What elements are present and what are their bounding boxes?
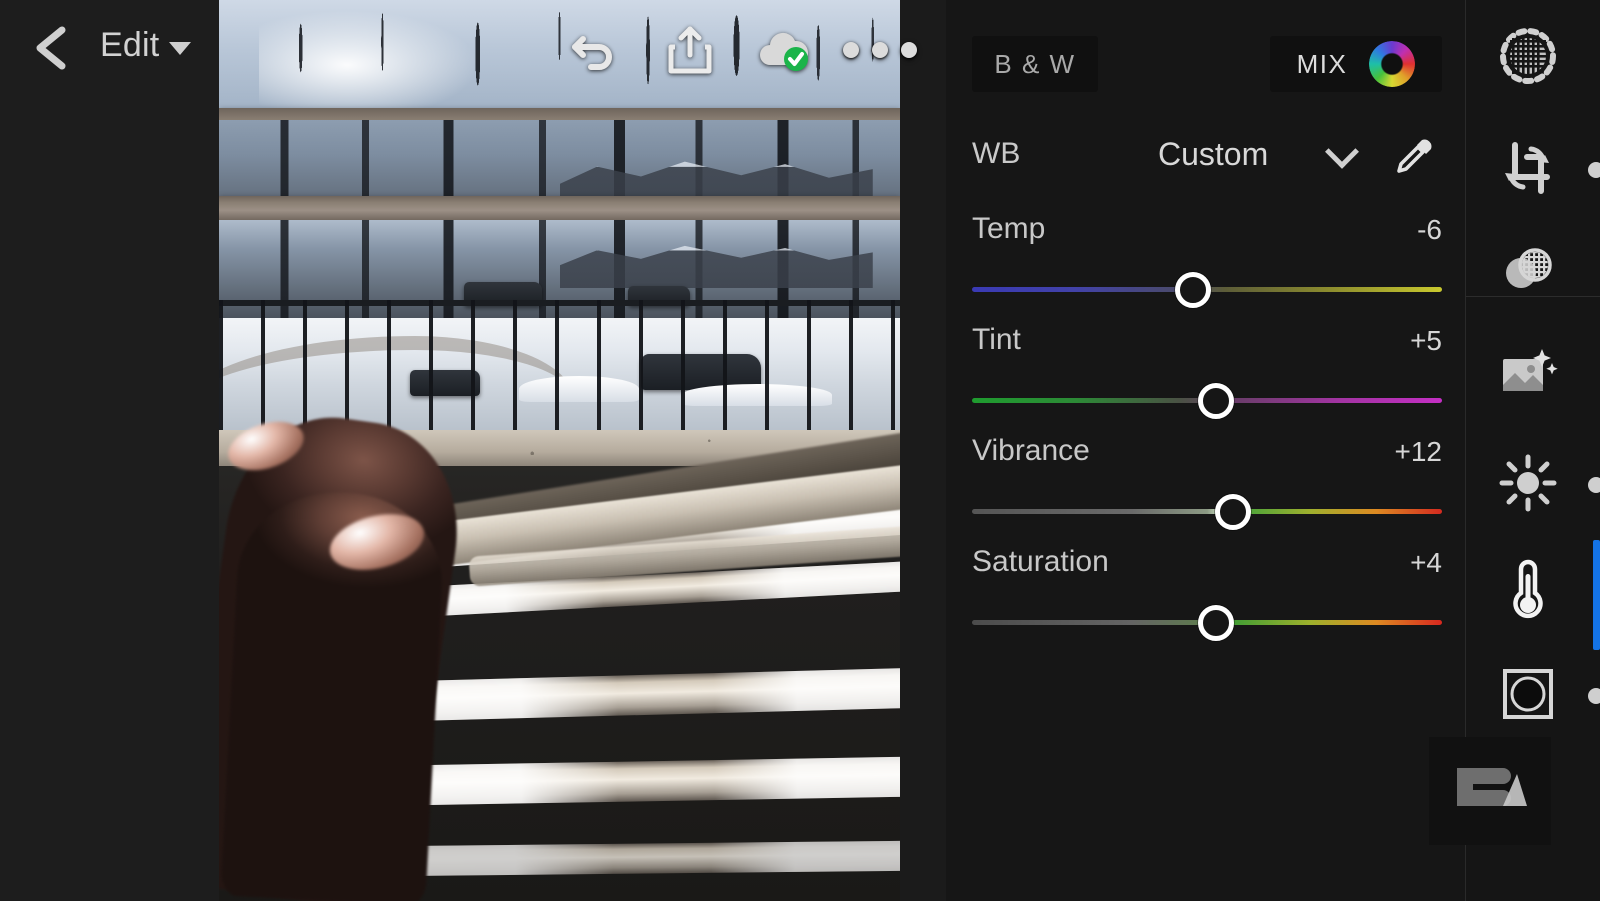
color-sliders: Temp -6 Tint +5 Vibrance +12 Saturation … <box>972 212 1442 656</box>
undo-arrow-icon[interactable] <box>565 22 621 78</box>
healing-circles-icon <box>1506 248 1552 288</box>
eyedropper-icon[interactable] <box>1392 134 1436 178</box>
slider-saturation: Saturation +4 <box>972 545 1442 656</box>
selective-masking-tool[interactable] <box>1480 8 1576 104</box>
slider-value: -6 <box>1417 214 1442 245</box>
wb-value: Custom <box>1158 135 1269 172</box>
mix-button[interactable]: MIX <box>1270 36 1442 92</box>
image-sparkle-icon <box>1503 349 1558 391</box>
crop-tool[interactable] <box>1480 120 1600 216</box>
cloud-check-icon[interactable] <box>756 22 812 78</box>
iron-railing <box>219 300 900 430</box>
bw-toggle-button[interactable]: B & W <box>972 36 1098 92</box>
slider-temp: Temp -6 <box>972 212 1442 323</box>
active-tool-indicator <box>1593 540 1600 650</box>
edited-photo <box>219 0 900 901</box>
slider-vibrance: Vibrance +12 <box>972 434 1442 545</box>
wb-label: WB <box>972 137 1021 170</box>
page-title: Edit <box>100 26 160 64</box>
slider-value: +12 <box>1394 436 1443 467</box>
color-edit-panel: B & W MIX WB Custom Temp -6 Tint +5 Vibr… <box>946 0 1465 901</box>
white-balance-row[interactable]: WB Custom <box>972 126 1442 182</box>
lightroom-edit-screen: Edit B & W MIX WB Custom Temp -6 Tint +5… <box>0 0 1600 901</box>
three-dots-icon[interactable] <box>843 22 917 78</box>
thermometer-icon <box>1513 559 1543 619</box>
presets-tool[interactable] <box>1480 325 1576 421</box>
effects-tool[interactable] <box>1480 646 1600 742</box>
color-wheel-icon <box>1369 41 1416 87</box>
color-mode-row: B & W MIX <box>972 36 1442 92</box>
sun-icon <box>1499 454 1557 512</box>
photo-canvas[interactable] <box>219 0 900 901</box>
share-export-icon[interactable] <box>662 22 718 78</box>
chevron-down-icon[interactable] <box>1325 134 1359 169</box>
tool-rail <box>1429 0 1600 901</box>
slider-knob[interactable] <box>1214 494 1251 530</box>
slider-label: Temp <box>972 212 1046 245</box>
left-nav-strip: Edit <box>0 0 219 901</box>
chevron-left-icon[interactable] <box>30 24 74 72</box>
slider-label: Vibrance <box>972 434 1090 467</box>
color-tool[interactable] <box>1480 541 1576 637</box>
vignette-square-icon <box>1503 669 1553 719</box>
histogram-widget[interactable] <box>1429 737 1551 845</box>
tool-marker-dot <box>1588 162 1600 178</box>
tool-marker-dot <box>1588 477 1600 493</box>
dot <box>872 42 888 58</box>
slider-knob[interactable] <box>1198 605 1235 641</box>
slider-value: +4 <box>1410 547 1442 578</box>
histogram-e-icon <box>1457 768 1527 806</box>
rail-divider <box>1466 296 1600 297</box>
mix-label: MIX <box>1296 48 1348 79</box>
healing-tool[interactable] <box>1480 220 1576 316</box>
blind-slat <box>219 196 900 222</box>
dotted-circle-icon <box>1500 28 1556 84</box>
dot <box>901 42 917 58</box>
slider-knob[interactable] <box>1174 272 1211 308</box>
crop-rotate-icon <box>1505 142 1550 194</box>
tool-marker-dot <box>1588 688 1600 704</box>
slider-label: Tint <box>972 323 1021 356</box>
slider-tint: Tint +5 <box>972 323 1442 434</box>
slider-label: Saturation <box>972 545 1109 578</box>
edit-mode-dropdown[interactable]: Edit <box>100 26 192 65</box>
dot <box>843 42 859 58</box>
light-tool[interactable] <box>1480 435 1600 531</box>
slider-track[interactable] <box>972 509 1442 514</box>
caret-down-icon <box>169 41 192 55</box>
slider-value: +5 <box>1410 325 1442 356</box>
bw-label: B & W <box>994 48 1076 79</box>
slider-knob[interactable] <box>1198 383 1235 419</box>
